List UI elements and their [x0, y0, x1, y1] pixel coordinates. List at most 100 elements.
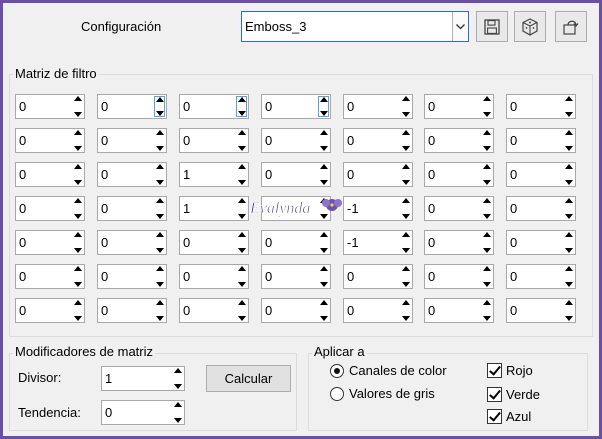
matrix-cell[interactable]: 0	[15, 196, 85, 221]
matrix-cell[interactable]: 0	[179, 264, 249, 289]
matrix-cell[interactable]: 0	[15, 128, 85, 153]
spin-arrows-icon[interactable]	[400, 198, 411, 219]
preset-select[interactable]: Emboss_3	[241, 11, 469, 42]
matrix-cell[interactable]: 0	[506, 264, 576, 289]
spin-arrows-icon[interactable]	[481, 198, 492, 219]
matrix-cell[interactable]: 0	[97, 196, 167, 221]
matrix-cell[interactable]: 0	[261, 162, 331, 187]
spin-arrows-icon[interactable]	[154, 232, 165, 253]
spin-arrows-icon[interactable]	[481, 266, 492, 287]
red-checkbox[interactable]	[487, 363, 502, 378]
matrix-cell[interactable]: 0	[15, 162, 85, 187]
matrix-cell[interactable]: 0	[97, 162, 167, 187]
spin-arrows-icon[interactable]	[72, 198, 83, 219]
matrix-cell[interactable]: 0	[506, 298, 576, 323]
spin-arrows-icon[interactable]	[563, 266, 574, 287]
matrix-cell[interactable]: 0	[97, 298, 167, 323]
matrix-cell[interactable]: 0	[343, 162, 413, 187]
reset-defaults-button[interactable]	[555, 11, 587, 42]
spin-arrows-icon[interactable]	[72, 232, 83, 253]
matrix-cell[interactable]: 0	[424, 196, 494, 221]
spin-arrows-icon[interactable]	[72, 266, 83, 287]
spin-arrows-icon[interactable]	[318, 300, 329, 321]
spin-arrows-icon[interactable]	[172, 368, 183, 389]
spin-arrows-icon[interactable]	[72, 96, 83, 117]
matrix-cell[interactable]: 0	[506, 94, 576, 119]
matrix-cell[interactable]: 0	[179, 128, 249, 153]
spin-arrows-icon[interactable]	[154, 96, 165, 117]
matrix-cell[interactable]: -1	[343, 196, 413, 221]
spin-arrows-icon[interactable]	[236, 232, 247, 253]
spin-arrows-icon[interactable]	[72, 164, 83, 185]
spin-arrows-icon[interactable]	[563, 232, 574, 253]
spin-arrows-icon[interactable]	[481, 164, 492, 185]
spin-arrows-icon[interactable]	[481, 300, 492, 321]
spin-arrows-icon[interactable]	[72, 130, 83, 151]
matrix-cell[interactable]: 0	[261, 230, 331, 255]
calculate-button[interactable]: Calcular	[206, 365, 291, 392]
matrix-cell[interactable]: 0	[424, 230, 494, 255]
matrix-cell[interactable]: 0	[343, 264, 413, 289]
spin-arrows-icon[interactable]	[481, 232, 492, 253]
matrix-cell[interactable]: 0	[15, 94, 85, 119]
spin-arrows-icon[interactable]	[154, 300, 165, 321]
matrix-cell[interactable]: 0	[179, 230, 249, 255]
matrix-cell[interactable]: 0	[15, 298, 85, 323]
spin-arrows-icon[interactable]	[318, 96, 329, 117]
matrix-cell[interactable]: 0	[506, 196, 576, 221]
matrix-cell[interactable]: 0	[343, 298, 413, 323]
randomize-button[interactable]	[514, 11, 546, 42]
spin-arrows-icon[interactable]	[481, 130, 492, 151]
matrix-cell[interactable]: 0	[261, 128, 331, 153]
matrix-cell[interactable]: 0	[506, 230, 576, 255]
divisor-spinbox[interactable]: 1	[101, 366, 185, 391]
spin-arrows-icon[interactable]	[481, 96, 492, 117]
spin-arrows-icon[interactable]	[400, 96, 411, 117]
matrix-cell[interactable]: 0	[424, 298, 494, 323]
spin-arrows-icon[interactable]	[563, 300, 574, 321]
matrix-cell[interactable]: 0	[97, 264, 167, 289]
matrix-cell[interactable]: 0	[424, 94, 494, 119]
spin-arrows-icon[interactable]	[236, 198, 247, 219]
spin-arrows-icon[interactable]	[563, 96, 574, 117]
green-label[interactable]: Verde	[506, 387, 540, 402]
spin-arrows-icon[interactable]	[400, 232, 411, 253]
spin-arrows-icon[interactable]	[236, 96, 247, 117]
spin-arrows-icon[interactable]	[318, 164, 329, 185]
spin-arrows-icon[interactable]	[236, 300, 247, 321]
spin-arrows-icon[interactable]	[172, 402, 183, 423]
bias-spinbox[interactable]: 0	[101, 400, 185, 425]
spin-arrows-icon[interactable]	[154, 198, 165, 219]
spin-arrows-icon[interactable]	[563, 198, 574, 219]
spin-arrows-icon[interactable]	[400, 130, 411, 151]
spin-arrows-icon[interactable]	[563, 130, 574, 151]
spin-arrows-icon[interactable]	[154, 164, 165, 185]
matrix-cell[interactable]: 0	[343, 94, 413, 119]
matrix-cell[interactable]: 0	[97, 230, 167, 255]
blue-label[interactable]: Azul	[506, 409, 531, 424]
spin-arrows-icon[interactable]	[154, 130, 165, 151]
matrix-cell[interactable]: 0	[261, 264, 331, 289]
matrix-cell[interactable]: 0	[261, 94, 331, 119]
matrix-cell[interactable]: 0	[15, 230, 85, 255]
blue-checkbox[interactable]	[487, 409, 502, 424]
spin-arrows-icon[interactable]	[236, 266, 247, 287]
matrix-cell[interactable]: 0	[343, 128, 413, 153]
matrix-cell[interactable]: 0	[506, 162, 576, 187]
spin-arrows-icon[interactable]	[236, 164, 247, 185]
matrix-cell[interactable]: 0	[97, 94, 167, 119]
spin-arrows-icon[interactable]	[400, 266, 411, 287]
matrix-cell[interactable]: 0	[261, 298, 331, 323]
spin-arrows-icon[interactable]	[400, 164, 411, 185]
spin-arrows-icon[interactable]	[154, 266, 165, 287]
red-label[interactable]: Rojo	[506, 363, 533, 378]
matrix-cell[interactable]: 0	[424, 128, 494, 153]
spin-arrows-icon[interactable]	[563, 164, 574, 185]
gray-values-label[interactable]: Valores de gris	[349, 386, 435, 401]
matrix-cell[interactable]: 0	[424, 162, 494, 187]
matrix-cell[interactable]: 0	[424, 264, 494, 289]
matrix-cell[interactable]: 0	[179, 298, 249, 323]
save-preset-button[interactable]	[476, 11, 508, 42]
matrix-cell[interactable]: 0	[97, 128, 167, 153]
gray-values-radio[interactable]	[330, 387, 344, 401]
